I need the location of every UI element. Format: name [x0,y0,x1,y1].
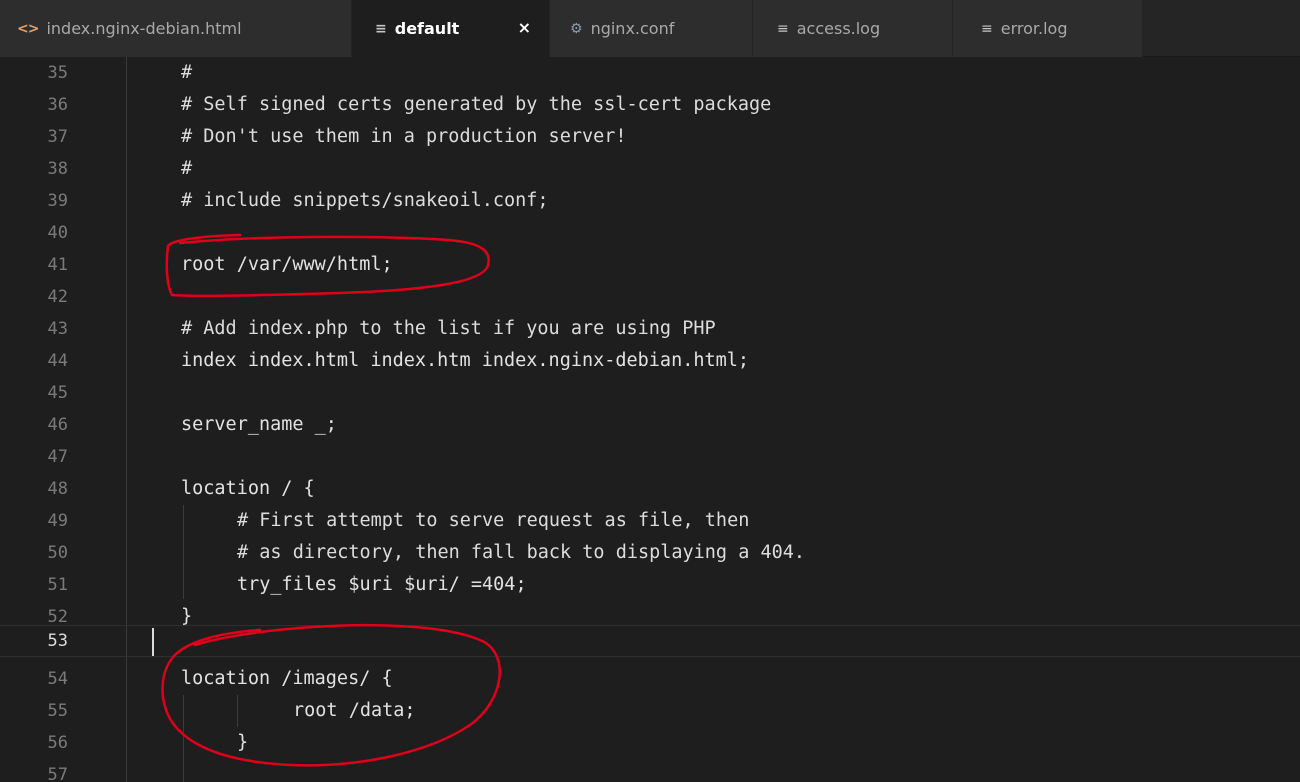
line-number: 55 [47,701,68,721]
tab-index-nginx-debian-html[interactable]: <> index.nginx-debian.html [0,0,352,57]
tab-label: index.nginx-debian.html [46,19,242,38]
line-number: 43 [47,319,68,339]
line-text: # include snippets/snakeoil.conf; [181,190,549,211]
line-number: 54 [47,669,68,689]
line-number: 48 [47,479,68,499]
code-editor[interactable]: 35 # 36 # Self signed certs generated by… [0,57,1300,782]
close-icon[interactable]: × [518,18,531,37]
line-number: 57 [47,765,68,782]
line-text: # [181,158,193,179]
line-text: # [181,62,193,83]
line-text: root /var/www/html; [181,254,393,275]
code-line[interactable]: 46 server_name _; [0,409,1300,441]
tab-label: access.log [796,19,881,38]
line-number: 41 [47,255,68,275]
code-line[interactable]: 54 location /images/ { [0,663,1300,695]
tab-bar: <> index.nginx-debian.html ≡ default × ⚙… [0,0,1300,57]
code-line[interactable]: 42 [0,281,1300,313]
code-line[interactable]: 44 index index.html index.htm index.ngin… [0,345,1300,377]
line-number: 56 [47,733,68,753]
code-line[interactable]: 51 try_files $uri $uri/ =404; [0,569,1300,601]
tab-error-log[interactable]: ≡ error.log [953,0,1143,57]
line-text: location /images/ { [181,668,393,689]
line-text: # Self signed certs generated by the ssl… [181,94,772,115]
code-line[interactable]: 38 # [0,153,1300,185]
code-line[interactable]: 57 [0,759,1300,782]
line-text: # Add index.php to the list if you are u… [181,318,716,339]
line-text: root /data; [293,700,416,721]
line-text: server_name _; [181,414,337,435]
code-line[interactable]: 35 # [0,57,1300,89]
code-line[interactable]: 45 [0,377,1300,409]
indent-guide [183,695,184,782]
code-line[interactable]: 55 root /data; [0,695,1300,727]
line-number: 42 [47,287,68,307]
line-number: 37 [47,127,68,147]
current-line[interactable]: 53 [0,625,1300,657]
line-text: index index.html index.htm index.nginx-d… [181,350,750,371]
line-number: 38 [47,159,68,179]
line-number: 49 [47,511,68,531]
gear-icon: ⚙ [570,20,583,37]
code-line[interactable]: 37 # Don't use them in a production serv… [0,121,1300,153]
line-number: 36 [47,95,68,115]
line-text: location / { [181,478,315,499]
line-number: 50 [47,543,68,563]
line-number: 53 [47,631,68,651]
line-number: 45 [47,383,68,403]
line-number: 51 [47,575,68,595]
line-text: } [237,732,249,753]
tab-default[interactable]: ≡ default × [352,0,550,57]
tab-label: error.log [1000,19,1068,38]
tab-access-log[interactable]: ≡ access.log [753,0,953,57]
line-number: 47 [47,447,68,467]
code-line[interactable]: 36 # Self signed certs generated by the … [0,89,1300,121]
code-line[interactable]: 47 [0,441,1300,473]
line-text: try_files $uri $uri/ =404; [237,574,527,595]
code-line[interactable]: 50 # as directory, then fall back to dis… [0,537,1300,569]
line-text: # Don't use them in a production server! [181,126,627,147]
indent-guide [183,505,184,599]
code-line[interactable]: 41 root /var/www/html; [0,249,1300,281]
text-file-icon: ≡ [981,20,993,37]
line-number: 40 [47,223,68,243]
tab-label: default [394,19,460,38]
text-cursor [152,628,154,656]
line-text: # First attempt to serve request as file… [237,510,750,531]
code-line[interactable]: 40 [0,217,1300,249]
tab-label: nginx.conf [590,19,675,38]
text-file-icon: ≡ [375,20,387,37]
tab-nginx-conf[interactable]: ⚙ nginx.conf [550,0,753,57]
indent-guide [237,695,238,727]
line-text: # as directory, then fall back to displa… [237,542,806,563]
code-line[interactable]: 39 # include snippets/snakeoil.conf; [0,185,1300,217]
line-number: 46 [47,415,68,435]
code-line[interactable]: 56 } [0,727,1300,759]
line-number: 35 [47,63,68,83]
code-line[interactable]: 49 # First attempt to serve request as f… [0,505,1300,537]
code-file-icon: <> [17,20,39,37]
text-file-icon: ≡ [777,20,789,37]
line-number: 44 [47,351,68,371]
line-number: 39 [47,191,68,211]
code-line[interactable]: 48 location / { [0,473,1300,505]
code-line[interactable]: 43 # Add index.php to the list if you ar… [0,313,1300,345]
